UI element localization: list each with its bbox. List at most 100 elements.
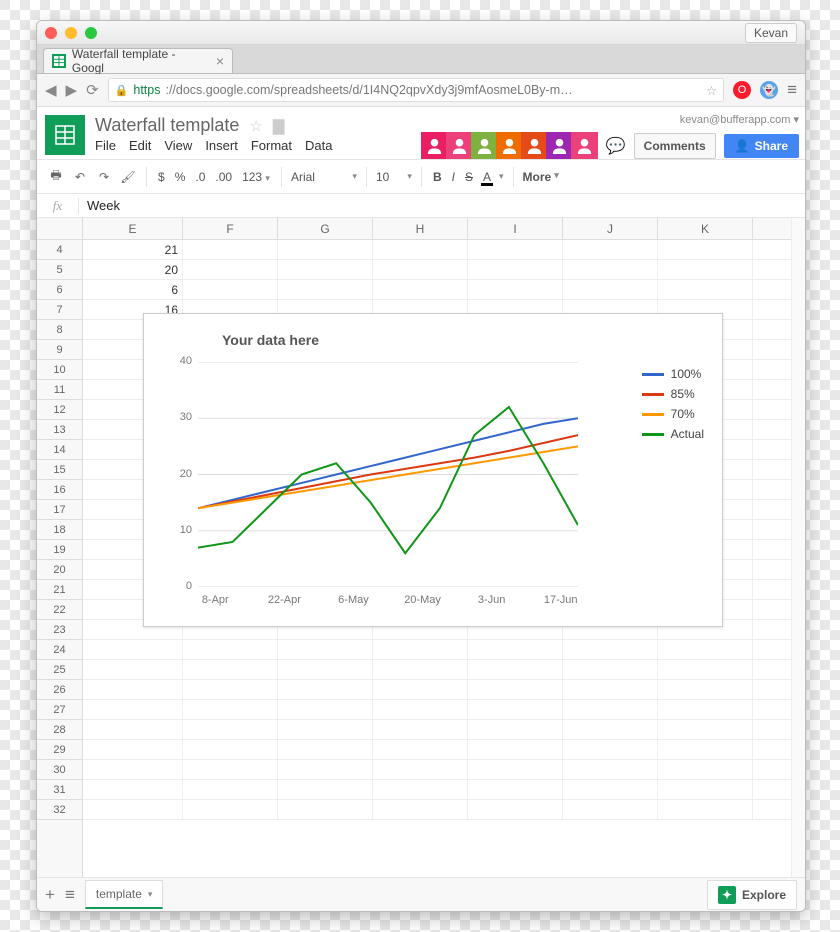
extension-icon-1[interactable]: O <box>733 81 751 99</box>
sheet-tab-active[interactable]: template ▾ <box>85 880 164 909</box>
row-header-30[interactable]: 30 <box>37 760 82 780</box>
menu-view[interactable]: View <box>164 138 192 153</box>
row-headers[interactable]: 4567891011121314151617181920212223242526… <box>37 240 83 877</box>
column-header-F[interactable]: F <box>183 218 278 239</box>
row-header-23[interactable]: 23 <box>37 620 82 640</box>
undo-icon[interactable]: ↶ <box>71 170 89 184</box>
menu-data[interactable]: Data <box>305 138 332 153</box>
row-header-22[interactable]: 22 <box>37 600 82 620</box>
currency-format-button[interactable]: $ <box>156 170 167 184</box>
row-28[interactable] <box>83 720 791 740</box>
column-header-G[interactable]: G <box>278 218 373 239</box>
row-header-9[interactable]: 9 <box>37 340 82 360</box>
row-32[interactable] <box>83 800 791 820</box>
print-icon[interactable]: 🖶 <box>47 166 65 187</box>
presence-avatar-3[interactable] <box>496 132 523 159</box>
row-header-31[interactable]: 31 <box>37 780 82 800</box>
row-header-14[interactable]: 14 <box>37 440 82 460</box>
sheets-logo[interactable] <box>45 115 85 155</box>
redo-icon[interactable]: ↷ <box>95 170 113 184</box>
strikethrough-button[interactable]: S <box>463 170 475 184</box>
vertical-scrollbar[interactable] <box>791 218 805 877</box>
close-window-button[interactable] <box>45 27 57 39</box>
add-sheet-button[interactable]: + <box>45 885 55 905</box>
row-header-10[interactable]: 10 <box>37 360 82 380</box>
row-5[interactable]: 20 <box>83 260 791 280</box>
row-31[interactable] <box>83 780 791 800</box>
column-headers[interactable]: EFGHIJK <box>83 218 791 240</box>
row-header-16[interactable]: 16 <box>37 480 82 500</box>
select-all-corner[interactable] <box>37 218 83 240</box>
more-tools-button[interactable]: More ▾ <box>523 170 559 184</box>
row-header-15[interactable]: 15 <box>37 460 82 480</box>
number-format-button[interactable]: 123 ▾ <box>240 170 272 184</box>
star-document-icon[interactable]: ☆ <box>249 117 262 135</box>
menu-insert[interactable]: Insert <box>205 138 238 153</box>
percent-format-button[interactable]: % <box>173 170 188 184</box>
row-header-28[interactable]: 28 <box>37 720 82 740</box>
browser-profile-button[interactable]: Kevan <box>745 23 797 43</box>
paint-format-icon[interactable]: 🖌 <box>119 170 137 184</box>
row-header-19[interactable]: 19 <box>37 540 82 560</box>
row-header-5[interactable]: 5 <box>37 260 82 280</box>
menu-edit[interactable]: Edit <box>129 138 151 153</box>
account-email[interactable]: kevan@bufferapp.com ▾ <box>680 113 799 126</box>
row-header-26[interactable]: 26 <box>37 680 82 700</box>
row-header-12[interactable]: 12 <box>37 400 82 420</box>
column-header-E[interactable]: E <box>83 218 183 239</box>
row-26[interactable] <box>83 680 791 700</box>
row-header-6[interactable]: 6 <box>37 280 82 300</box>
minimize-window-button[interactable] <box>65 27 77 39</box>
column-header-J[interactable]: J <box>563 218 658 239</box>
font-size-select[interactable]: 10▾ <box>376 170 412 184</box>
browser-menu-icon[interactable]: ≡ <box>787 80 797 100</box>
row-header-17[interactable]: 17 <box>37 500 82 520</box>
row-29[interactable] <box>83 740 791 760</box>
explore-button[interactable]: ✦ Explore <box>707 880 797 910</box>
all-sheets-button[interactable]: ≡ <box>65 885 75 905</box>
row-header-13[interactable]: 13 <box>37 420 82 440</box>
row-header-24[interactable]: 24 <box>37 640 82 660</box>
embedded-chart[interactable]: Your data here 100%85%70%Actual 01020304… <box>143 313 723 627</box>
comments-button[interactable]: Comments <box>634 133 716 159</box>
row-header-4[interactable]: 4 <box>37 240 82 260</box>
font-family-select[interactable]: Arial▾ <box>291 170 357 184</box>
row-header-18[interactable]: 18 <box>37 520 82 540</box>
sheet-tab-menu-icon[interactable]: ▾ <box>148 889 153 900</box>
tab-close-icon[interactable]: × <box>216 53 224 69</box>
row-24[interactable] <box>83 640 791 660</box>
row-6[interactable]: 6 <box>83 280 791 300</box>
maximize-window-button[interactable] <box>85 27 97 39</box>
spreadsheet-grid[interactable]: EFGHIJK 45678910111213141516171819202122… <box>37 218 805 877</box>
decrease-decimal-button[interactable]: .0 <box>193 170 207 184</box>
menu-file[interactable]: File <box>95 138 116 153</box>
presence-avatar-4[interactable] <box>521 132 548 159</box>
row-4[interactable]: 21 <box>83 240 791 260</box>
move-folder-icon[interactable]: ▇ <box>273 117 285 135</box>
row-30[interactable] <box>83 760 791 780</box>
row-header-7[interactable]: 7 <box>37 300 82 320</box>
bookmark-star-icon[interactable]: ☆ <box>706 83 717 98</box>
share-button[interactable]: 👤 Share <box>724 134 799 158</box>
row-header-25[interactable]: 25 <box>37 660 82 680</box>
row-header-27[interactable]: 27 <box>37 700 82 720</box>
presence-avatar-6[interactable] <box>571 132 598 159</box>
presence-avatar-1[interactable] <box>446 132 473 159</box>
forward-button[interactable]: ▶ <box>66 81 78 99</box>
increase-decimal-button[interactable]: .00 <box>213 170 234 184</box>
row-header-32[interactable]: 32 <box>37 800 82 820</box>
column-header-I[interactable]: I <box>468 218 563 239</box>
url-field[interactable]: 🔒 https://docs.google.com/spreadsheets/d… <box>108 78 724 102</box>
back-button[interactable]: ◀ <box>45 81 57 99</box>
row-header-21[interactable]: 21 <box>37 580 82 600</box>
browser-tab[interactable]: Waterfall template - Googl × <box>43 48 233 73</box>
reload-button[interactable]: ⟳ <box>86 81 99 99</box>
row-header-11[interactable]: 11 <box>37 380 82 400</box>
formula-input[interactable]: Week <box>79 198 805 213</box>
presence-avatar-2[interactable] <box>471 132 498 159</box>
row-header-8[interactable]: 8 <box>37 320 82 340</box>
text-color-button[interactable]: A <box>481 170 493 184</box>
extension-icon-2[interactable]: 👻 <box>760 81 778 99</box>
document-title[interactable]: Waterfall template <box>95 115 239 136</box>
row-27[interactable] <box>83 700 791 720</box>
